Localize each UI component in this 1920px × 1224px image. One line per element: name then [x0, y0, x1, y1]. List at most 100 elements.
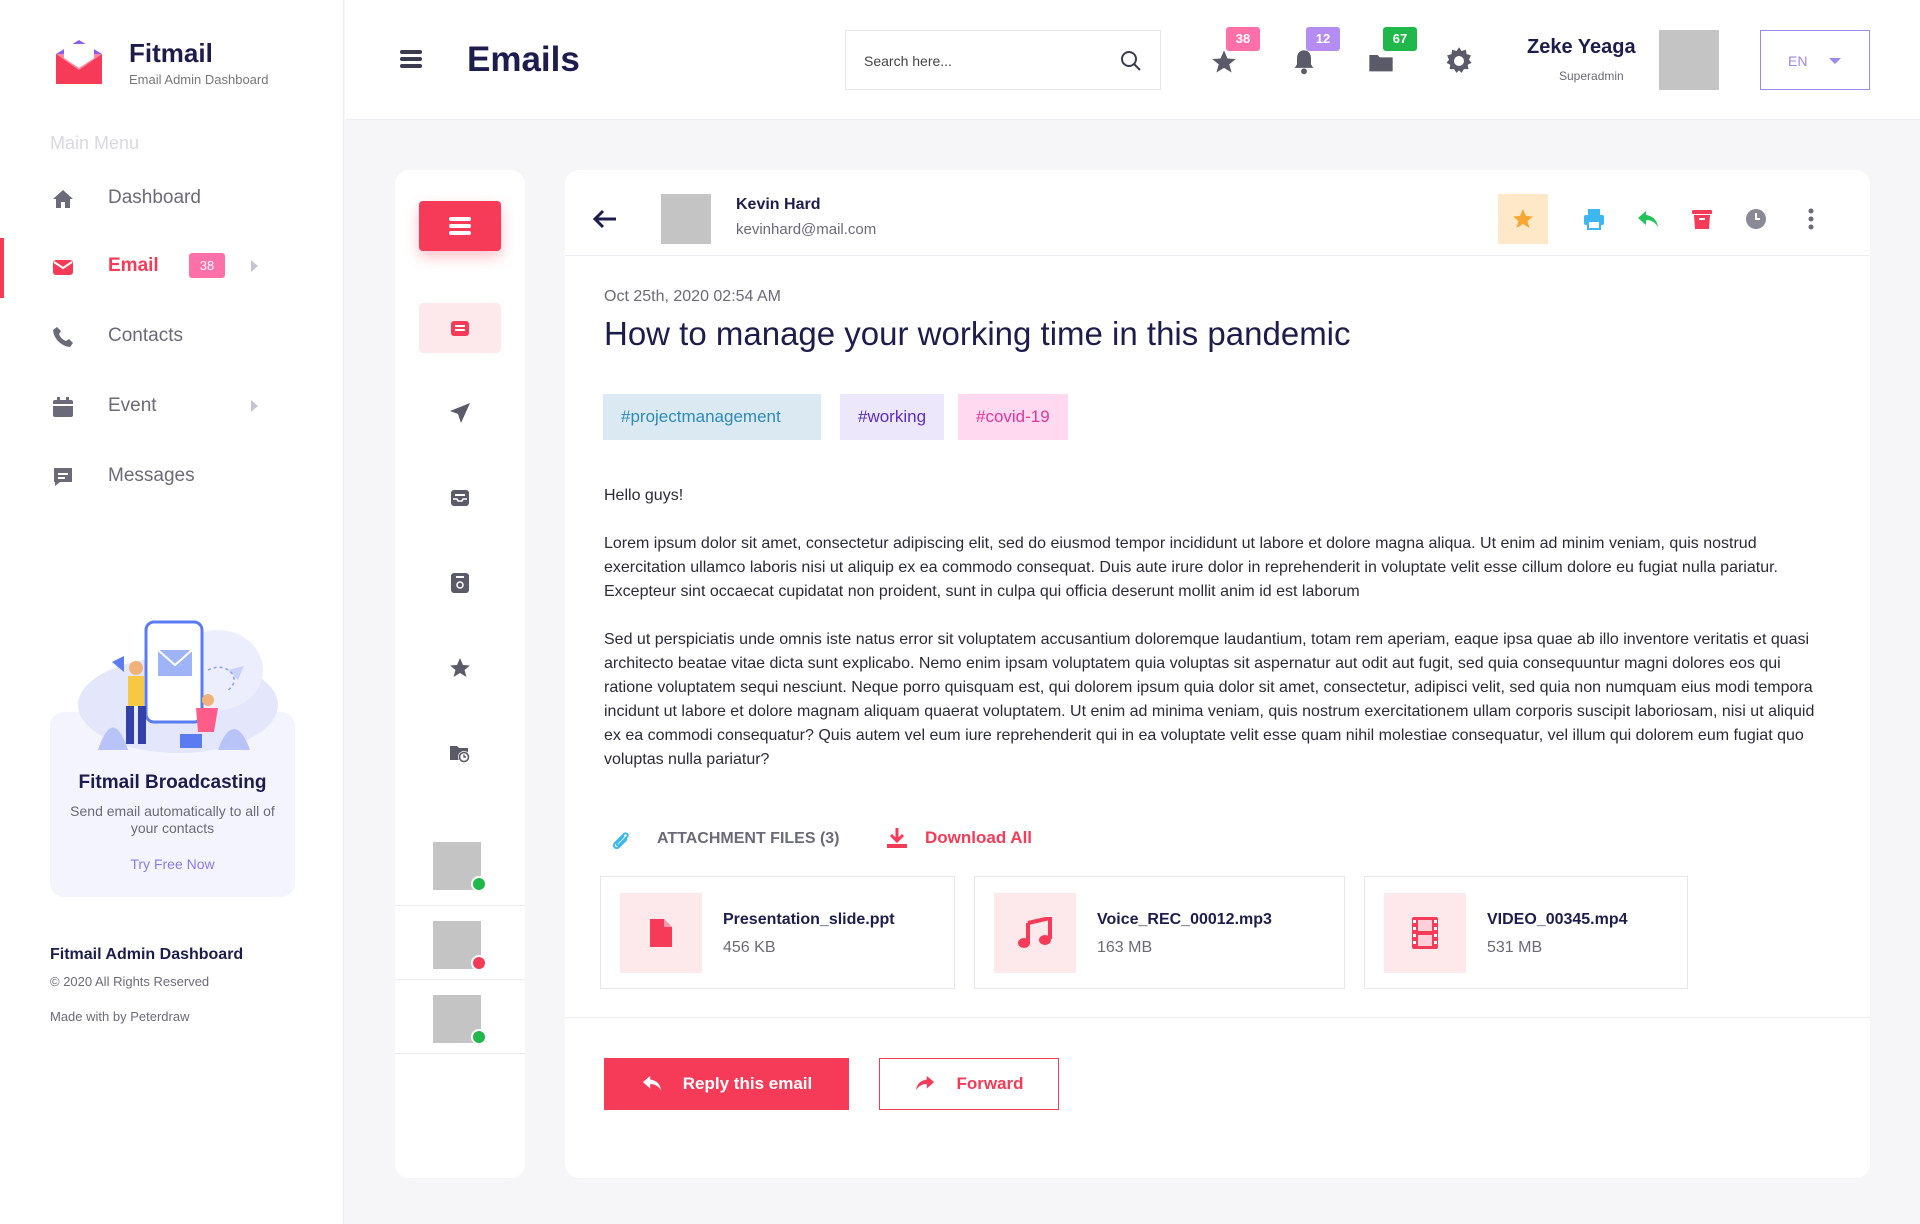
busy-status-dot	[471, 955, 487, 971]
gear-icon[interactable]	[1444, 46, 1474, 76]
sidebar-item-event[interactable]: Event	[0, 378, 343, 434]
language-select[interactable]: EN	[1760, 30, 1870, 90]
sidebar: Fitmail Email Admin Dashboard Main Menu …	[0, 0, 344, 1224]
brand-subtitle: Email Admin Dashboard	[129, 72, 269, 87]
hamburger-menu-icon[interactable]	[400, 48, 422, 70]
folder-clock-icon	[450, 746, 470, 763]
star-icon	[450, 658, 470, 677]
email-icon	[51, 255, 75, 279]
star-button[interactable]	[1498, 194, 1548, 244]
back-arrow-icon[interactable]	[592, 207, 618, 231]
notifications-badge: 12	[1306, 27, 1340, 51]
header-divider	[565, 255, 1870, 256]
snooze-button[interactable]	[1731, 194, 1781, 244]
forward-button[interactable]: Forward	[879, 1058, 1059, 1110]
sidebar-item-label: Messages	[108, 465, 195, 486]
chat-icon	[51, 465, 75, 489]
broadcast-illustration	[68, 610, 283, 755]
page-title: Emails	[467, 40, 580, 79]
attachment-name: VIDEO_00345.mp4	[1487, 911, 1628, 928]
music-icon	[994, 893, 1076, 973]
phone-icon	[51, 325, 75, 349]
reply-email-label: Reply this email	[682, 1074, 813, 1093]
attachment-file[interactable]: VIDEO_00345.mp4 531 MB	[1364, 876, 1688, 989]
email-greeting: Hello guys!	[604, 487, 684, 504]
attachment-file[interactable]: Voice_REC_00012.mp3 163 MB	[974, 876, 1345, 989]
paperclip-icon	[609, 828, 631, 852]
sidebar-item-label: Dashboard	[108, 187, 201, 208]
paper-plane-icon	[450, 403, 470, 423]
tag-projectmanagement[interactable]: #projectmanagement	[603, 394, 821, 440]
hamburger-menu-icon	[449, 217, 471, 235]
search-input[interactable]	[864, 49, 1104, 73]
calendar-icon	[51, 395, 75, 419]
promo-text: Send email automatically to all of your …	[70, 803, 275, 836]
forward-label: Forward	[956, 1074, 1024, 1093]
footer-divider	[565, 1017, 1870, 1018]
print-button[interactable]	[1569, 194, 1619, 244]
archive-folder-icon[interactable]	[1367, 48, 1395, 76]
download-all-link[interactable]: Download All	[925, 828, 1032, 848]
chevron-right-icon	[251, 400, 258, 412]
online-status-dot	[471, 876, 487, 892]
forward-icon	[916, 1075, 935, 1091]
favorites-badge: 38	[1226, 27, 1260, 51]
attachments-label: ATTACHMENT FILES (3)	[657, 830, 840, 847]
film-icon	[1384, 893, 1466, 973]
rail-archive-button[interactable]	[419, 558, 501, 608]
rail-drafts-button[interactable]	[419, 473, 501, 523]
tag-covid-19[interactable]: #covid-19	[958, 394, 1068, 440]
rail-divider	[395, 979, 525, 980]
sidebar-item-label: Email	[108, 255, 159, 276]
inbox-icon	[451, 321, 469, 336]
sidebar-item-dashboard[interactable]: Dashboard	[0, 170, 343, 226]
reply-button[interactable]	[1623, 194, 1673, 244]
sidebar-item-label: Event	[108, 395, 157, 416]
favorites-star-icon[interactable]	[1210, 48, 1238, 76]
attachment-name: Presentation_slide.ppt	[723, 911, 895, 928]
main-menu-heading: Main Menu	[50, 133, 140, 153]
user-role: Superadmin	[1559, 69, 1624, 83]
trash-icon	[1692, 210, 1712, 229]
attachment-size: 531 MB	[1487, 939, 1543, 956]
printer-icon	[1584, 209, 1604, 230]
archive-badge: 67	[1383, 27, 1417, 51]
email-subject: How to manage your working time in this …	[604, 315, 1351, 352]
delete-button[interactable]	[1677, 194, 1727, 244]
tag-working[interactable]: #working	[840, 394, 945, 440]
email-body: Hello guys! Lorem ipsum dolor sit amet, …	[604, 484, 1834, 796]
rail-scheduled-button[interactable]	[419, 728, 501, 778]
sidebar-item-contacts[interactable]: Contacts	[0, 308, 343, 364]
search-icon[interactable]	[1120, 50, 1142, 72]
more-vertical-icon	[1808, 208, 1814, 230]
sidebar-item-email[interactable]: Email 38	[0, 238, 343, 298]
archive-box-icon	[451, 573, 469, 593]
download-icon	[886, 827, 908, 849]
email-paragraph: Lorem ipsum dolor sit amet, consectetur …	[604, 535, 1778, 600]
footer-copyright: © 2020 All Rights Reserved	[50, 974, 210, 989]
reply-icon	[1638, 211, 1658, 227]
rail-inbox-button[interactable]	[419, 303, 501, 353]
sidebar-item-messages[interactable]: Messages	[0, 448, 343, 504]
sender-name: Kevin Hard	[736, 196, 821, 213]
chevron-right-icon	[251, 260, 258, 272]
footer-title: Fitmail Admin Dashboard	[50, 946, 244, 963]
brand-name: Fitmail	[129, 38, 213, 68]
more-options-button[interactable]	[1786, 194, 1836, 244]
try-free-now-link[interactable]: Try Free Now	[50, 856, 295, 872]
attachment-size: 163 MB	[1097, 939, 1153, 956]
rail-menu-button[interactable]	[419, 201, 501, 251]
email-paragraph: Sed ut perspiciatis unde omnis iste natu…	[604, 631, 1815, 768]
reply-email-button[interactable]: Reply this email	[604, 1058, 849, 1110]
user-avatar[interactable]	[1659, 30, 1719, 90]
attachment-file[interactable]: Presentation_slide.ppt 456 KB	[600, 876, 955, 989]
attachment-name: Voice_REC_00012.mp3	[1097, 911, 1272, 928]
tray-icon	[451, 490, 469, 506]
mailbox-rail	[395, 170, 525, 1178]
rail-sent-button[interactable]	[419, 388, 501, 438]
search-box	[845, 30, 1161, 90]
notification-bell-icon[interactable]	[1290, 48, 1318, 76]
fitmail-logo-icon	[54, 40, 104, 86]
rail-starred-button[interactable]	[419, 643, 501, 693]
user-name: Zeke Yeaga	[1527, 36, 1636, 58]
